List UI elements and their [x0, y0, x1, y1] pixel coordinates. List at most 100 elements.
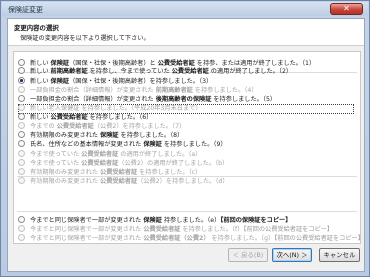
option-label: 一部負担金の割合（詳細情報）が変更された 後期高齢者の保険証 を持参しました。（…: [30, 94, 276, 103]
option-label-part: を持参しました。（g）: [209, 235, 275, 242]
option-label-part: 【前回の保険証をコピー】: [220, 217, 292, 224]
option-label: 今までと同じ保険者で一部が変更された 保険証 持参しました。（e）【前回の保険証…: [30, 215, 291, 224]
header-description: 保険証の変更内容を以下より選択して下さい。: [20, 35, 150, 42]
option-label: 有効期限のみ変更された 保険証 を持参しました。（8）: [30, 130, 183, 139]
option-row: 有効期限のみ変更された 公費受給者証 を持参しました。（c）: [18, 167, 201, 176]
option-label-part: （公費2）の適用が終了しました。（b）: [118, 160, 229, 167]
option-label-part: 今まで使っていた: [30, 160, 82, 167]
option-label-part: 公費受給者証: [81, 151, 119, 158]
option-radio[interactable]: [18, 59, 25, 66]
option-label: 一部負担金の割合（詳細情報）が変更された 前期高齢者証 を持参しました。（4）: [30, 85, 258, 94]
option-radio: [18, 122, 25, 129]
option-radio: [18, 177, 25, 184]
option-row[interactable]: 有効期限のみ変更された 保険証 を持参しました。（8）: [18, 130, 183, 139]
option-label-part: （公費2）を持参しました。（7）: [93, 123, 186, 130]
option-label: 新しい老人保健証 を持参しました。（平成20年3月末日まで）: [30, 103, 202, 112]
option-label-part: 今までと同じ保険者で一部が変更された: [30, 217, 144, 224]
option-row: 新しい老人保健証 を持参しました。（平成20年3月末日まで）: [18, 103, 202, 112]
option-label-part: 一部負担金の割合（詳細情報）が変更された: [30, 87, 156, 94]
option-row[interactable]: 一部負担金の割合（詳細情報）が変更された 後期高齢者の保険証 を持参しました。（…: [18, 94, 276, 103]
wizard-header: 変更内容の選択 保険証の変更内容を以下より選択して下さい。: [8, 19, 364, 46]
option-row: 今までと同じ保険者で一部が変更された 公費受給者証 を持参しました。（f）【前回…: [18, 224, 333, 233]
option-label: 今までと同じ保険者で一部が変更された 公費受給者証（公費2） を持参しました。（…: [30, 233, 364, 242]
option-radio: [18, 159, 25, 166]
option-radio: [18, 150, 25, 157]
option-label-part: 保険証: [143, 141, 162, 148]
option-label-part: を持参しました。（5）: [211, 96, 277, 103]
option-row: 有効期限のみ変更された 公費受給者証（公費2）を持参しました。（d）: [18, 176, 229, 185]
option-radio[interactable]: [18, 77, 25, 84]
option-radio[interactable]: [18, 113, 25, 120]
option-label-part: 【前回の公費受給者証をコピー】: [243, 226, 334, 233]
window-title: 保険証変更: [8, 6, 43, 14]
option-label-part: 今までの: [30, 123, 57, 130]
option-label-part: 公費受給者証: [100, 178, 138, 185]
option-label: 有効期限のみ変更された 公費受給者証 を持参しました。（c）: [30, 167, 201, 176]
option-label-part: 保険証: [50, 78, 70, 85]
option-row: 今まで使っていた 公費受給者証 の適用が終了しました。（a）: [18, 149, 201, 158]
option-radio[interactable]: [18, 95, 25, 102]
dialog-window: 保険証変更 ✕ 変更内容の選択 保険証の変更内容を以下より選択して下さい。 新し…: [0, 0, 370, 277]
header-title: 変更内容の選択: [14, 24, 59, 32]
option-label-part: 新しい: [30, 68, 51, 75]
option-label-part: を持参しました。（8）: [118, 132, 184, 139]
option-radio[interactable]: [18, 216, 25, 223]
next-button[interactable]: 次へ(N) ＞: [272, 248, 312, 262]
change-options-group: 新しい 保険証（国保・社保・後期高齢者）と 公費受給者証 を持参、または適用が終…: [13, 51, 364, 244]
option-label: 今までと同じ保険者で一部が変更された 公費受給者証 を持参しました。（f）【前回…: [30, 224, 333, 233]
option-row[interactable]: 新しい 公費受給者証 を持参しました。（6）: [18, 112, 152, 121]
option-radio[interactable]: [18, 140, 25, 147]
option-label-part: 一部負担金の割合（詳細情報）が変更された: [30, 96, 156, 103]
option-label-part: 新しい: [30, 114, 51, 121]
option-label-part: 今までと同じ保険者で一部が変更された: [30, 226, 144, 233]
option-label-part: 公費受給者証: [50, 114, 88, 121]
option-label-part: 保険証: [100, 132, 119, 139]
option-label: 今まで使っていた 公費受給者証（公費2）の適用が終了しました。（b）: [30, 158, 228, 167]
option-label-part: を持参しました。（平成20年3月末日まで）: [79, 105, 202, 112]
option-label: 新しい 保険証（国保・社保・後期高齢者）を持参しました。（3）: [30, 76, 212, 85]
option-label: 今まで使っていた 公費受給者証 の適用が終了しました。（a）: [30, 149, 201, 158]
option-label-part: 持参しました。（e）: [161, 217, 221, 224]
option-label-part: を持参し、今まで使っていた: [87, 68, 172, 75]
option-label-part: 有効期限のみ変更された: [30, 178, 101, 185]
option-label: 新しい 公費受給者証 を持参しました。（6）: [30, 112, 152, 121]
option-label-part: 公費受給者証: [171, 68, 209, 75]
option-radio: [18, 104, 25, 111]
option-label-part: 新しい老人保健証: [30, 105, 80, 112]
option-label-part: 公費受給者証: [100, 169, 138, 176]
option-label-part: 公費受給者証: [81, 160, 119, 167]
option-label-part: 氏名、住所などの基本情報が変更された: [30, 141, 144, 148]
option-label-part: 前期高齢者証: [155, 87, 193, 94]
cancel-button[interactable]: キャンセル: [319, 248, 360, 262]
option-row: 今までと同じ保険者で一部が変更された 公費受給者証（公費2） を持参しました。（…: [18, 233, 364, 242]
option-label-part: の適用が終了しました。（a）: [118, 151, 202, 158]
option-label-part: 後期高齢者の保険証: [155, 96, 212, 103]
option-label-part: を持参しました。（4）: [192, 87, 258, 94]
option-label-part: を持参しました。（c）: [137, 169, 202, 176]
option-row: 一部負担金の割合（詳細情報）が変更された 前期高齢者証 を持参しました。（4）: [18, 85, 258, 94]
group-divider: [17, 211, 357, 212]
option-radio: [18, 168, 25, 175]
option-radio[interactable]: [18, 67, 25, 74]
option-label-part: 今まで使っていた: [30, 151, 82, 158]
option-row: 今までの 公費受給者証（公費2）を持参しました。（7）: [18, 121, 185, 130]
close-button[interactable]: ✕: [330, 3, 363, 15]
option-label-part: 公費受給者証: [143, 226, 181, 233]
option-label: 今までの 公費受給者証（公費2）を持参しました。（7）: [30, 121, 185, 130]
option-row[interactable]: 今までと同じ保険者で一部が変更された 保険証 持参しました。（e）【前回の保険証…: [18, 215, 291, 224]
option-row[interactable]: 新しい 前期高齢者証 を持参し、今まで使っていた 公費受給者証 の適用が終了しま…: [18, 66, 292, 75]
option-radio: [18, 225, 25, 232]
option-label-part: を持参しました。（6）: [87, 114, 153, 121]
option-label: 有効期限のみ変更された 公費受給者証（公費2）を持参しました。（d）: [30, 176, 229, 185]
option-row[interactable]: 新しい 保険証（国保・社保・後期高齢者）を持参しました。（3）: [18, 76, 212, 85]
option-row[interactable]: 氏名、住所などの基本情報が変更された 保険証 を持参しました。（9）: [18, 139, 227, 148]
option-radio: [18, 86, 25, 93]
option-label-part: 公費受給者証: [56, 123, 94, 130]
option-label: 新しい 前期高齢者証 を持参し、今まで使っていた 公費受給者証 の適用が終了しま…: [30, 66, 292, 75]
title-bar[interactable]: 保険証変更 ✕: [2, 2, 368, 16]
option-label-part: を持参しました。（f）: [180, 226, 244, 233]
option-label: 氏名、住所などの基本情報が変更された 保険証 を持参しました。（9）: [30, 139, 227, 148]
option-radio[interactable]: [18, 131, 25, 138]
back-button[interactable]: ＜ 戻る(B): [228, 248, 268, 262]
option-label-part: 保険証: [143, 217, 162, 224]
